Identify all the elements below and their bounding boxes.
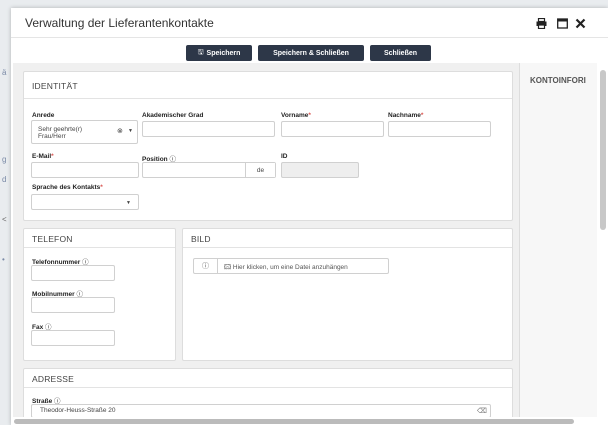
identity-panel: IDENTITÄT Anrede Sehr geehrte(r) Frau/He… xyxy=(23,71,513,221)
divider xyxy=(183,247,512,248)
picture-title: BILD xyxy=(191,234,211,244)
id-label: ID xyxy=(281,153,288,160)
save-button[interactable]: 🖫 Speichern xyxy=(186,45,252,61)
file-icon: 🖾 xyxy=(224,264,232,271)
picture-panel: BILD ⓘ 🖾 Hier klicken, um eine Datei anz… xyxy=(182,228,513,361)
clear-icon[interactable]: ⊗ xyxy=(117,127,123,135)
attach-file-button[interactable]: ⓘ 🖾 Hier klicken, um eine Datei anzuhäng… xyxy=(193,258,389,274)
account-info-panel: KONTOINFORI xyxy=(519,63,597,417)
lastname-label: Nachname* xyxy=(388,112,424,119)
academic-title-label: Akademischer Grad xyxy=(142,112,204,119)
id-field xyxy=(281,162,359,178)
divider xyxy=(24,387,512,388)
save-button-label: Speichern xyxy=(206,49,241,57)
dropdown-arrow-icon: ▼ xyxy=(126,200,131,206)
academic-title-input[interactable] xyxy=(142,121,275,137)
salutation-label: Anrede xyxy=(32,112,55,119)
eraser-icon[interactable]: ⌫ xyxy=(477,407,487,415)
email-label: E-Mail* xyxy=(32,153,54,160)
save-and-close-button[interactable]: Speichern & Schließen xyxy=(258,45,364,61)
identity-title: IDENTITÄT xyxy=(32,81,78,91)
close-button[interactable]: Schließen xyxy=(370,45,431,61)
maximize-icon[interactable] xyxy=(555,16,569,30)
horizontal-scrollbar[interactable] xyxy=(14,419,574,424)
info-icon: ⓘ xyxy=(194,259,218,273)
firstname-input[interactable] xyxy=(281,121,384,137)
firstname-label: Vorname* xyxy=(281,112,311,119)
save-and-close-label: Speichern & Schließen xyxy=(273,49,349,57)
background-fragment: g xyxy=(2,155,7,164)
contact-language-select[interactable]: ▼ xyxy=(31,194,139,210)
divider xyxy=(24,98,512,99)
email-input[interactable] xyxy=(31,162,139,178)
modal-title: Verwaltung der Lieferantenkontakte xyxy=(25,16,214,30)
modal-header: Verwaltung der Lieferantenkontakte xyxy=(11,8,608,38)
position-language-addon[interactable]: de xyxy=(245,163,275,177)
address-panel: ADRESSE Straße ⓘ Theodor-Heuss-Straße 20… xyxy=(23,368,513,417)
account-info-title: KONTOINFORI xyxy=(530,76,586,85)
position-input[interactable]: de xyxy=(142,162,276,178)
street-input[interactable]: Theodor-Heuss-Straße 20 ⌫ xyxy=(31,404,491,417)
street-value: Theodor-Heuss-Straße 20 xyxy=(40,407,116,414)
dropdown-arrow-icon[interactable]: ▼ xyxy=(128,128,133,134)
attach-file-text: 🖾 Hier klicken, um eine Datei anzuhängen xyxy=(224,264,348,271)
phone-panel: TELEFON Telefonnummer ⓘ Mobilnummer ⓘ Fa… xyxy=(23,228,176,361)
vertical-scrollbar[interactable] xyxy=(600,70,606,230)
phone-title: TELEFON xyxy=(32,234,73,244)
mobile-number-input[interactable] xyxy=(31,297,115,313)
floppy-icon: 🖫 xyxy=(197,48,204,56)
phone-number-input[interactable] xyxy=(31,265,115,281)
background-fragment: d xyxy=(2,175,7,184)
lastname-input[interactable] xyxy=(388,121,491,137)
divider xyxy=(24,247,175,248)
background-fragment: < xyxy=(2,215,7,224)
background-fragment: • xyxy=(2,255,5,264)
address-title: ADRESSE xyxy=(32,374,75,384)
fax-input[interactable] xyxy=(31,330,115,346)
salutation-select[interactable]: Sehr geehrte(r) Frau/Herr ⊗ ▼ xyxy=(31,120,138,144)
form-content: IDENTITÄT Anrede Sehr geehrte(r) Frau/He… xyxy=(13,63,521,417)
printer-icon[interactable] xyxy=(534,16,548,30)
background-fragment: ä xyxy=(2,68,7,77)
salutation-value: Sehr geehrte(r) Frau/Herr xyxy=(38,126,83,140)
close-icon[interactable] xyxy=(573,16,587,30)
close-button-label: Schließen xyxy=(383,49,418,57)
contact-language-label: Sprache des Kontakts* xyxy=(32,184,103,191)
